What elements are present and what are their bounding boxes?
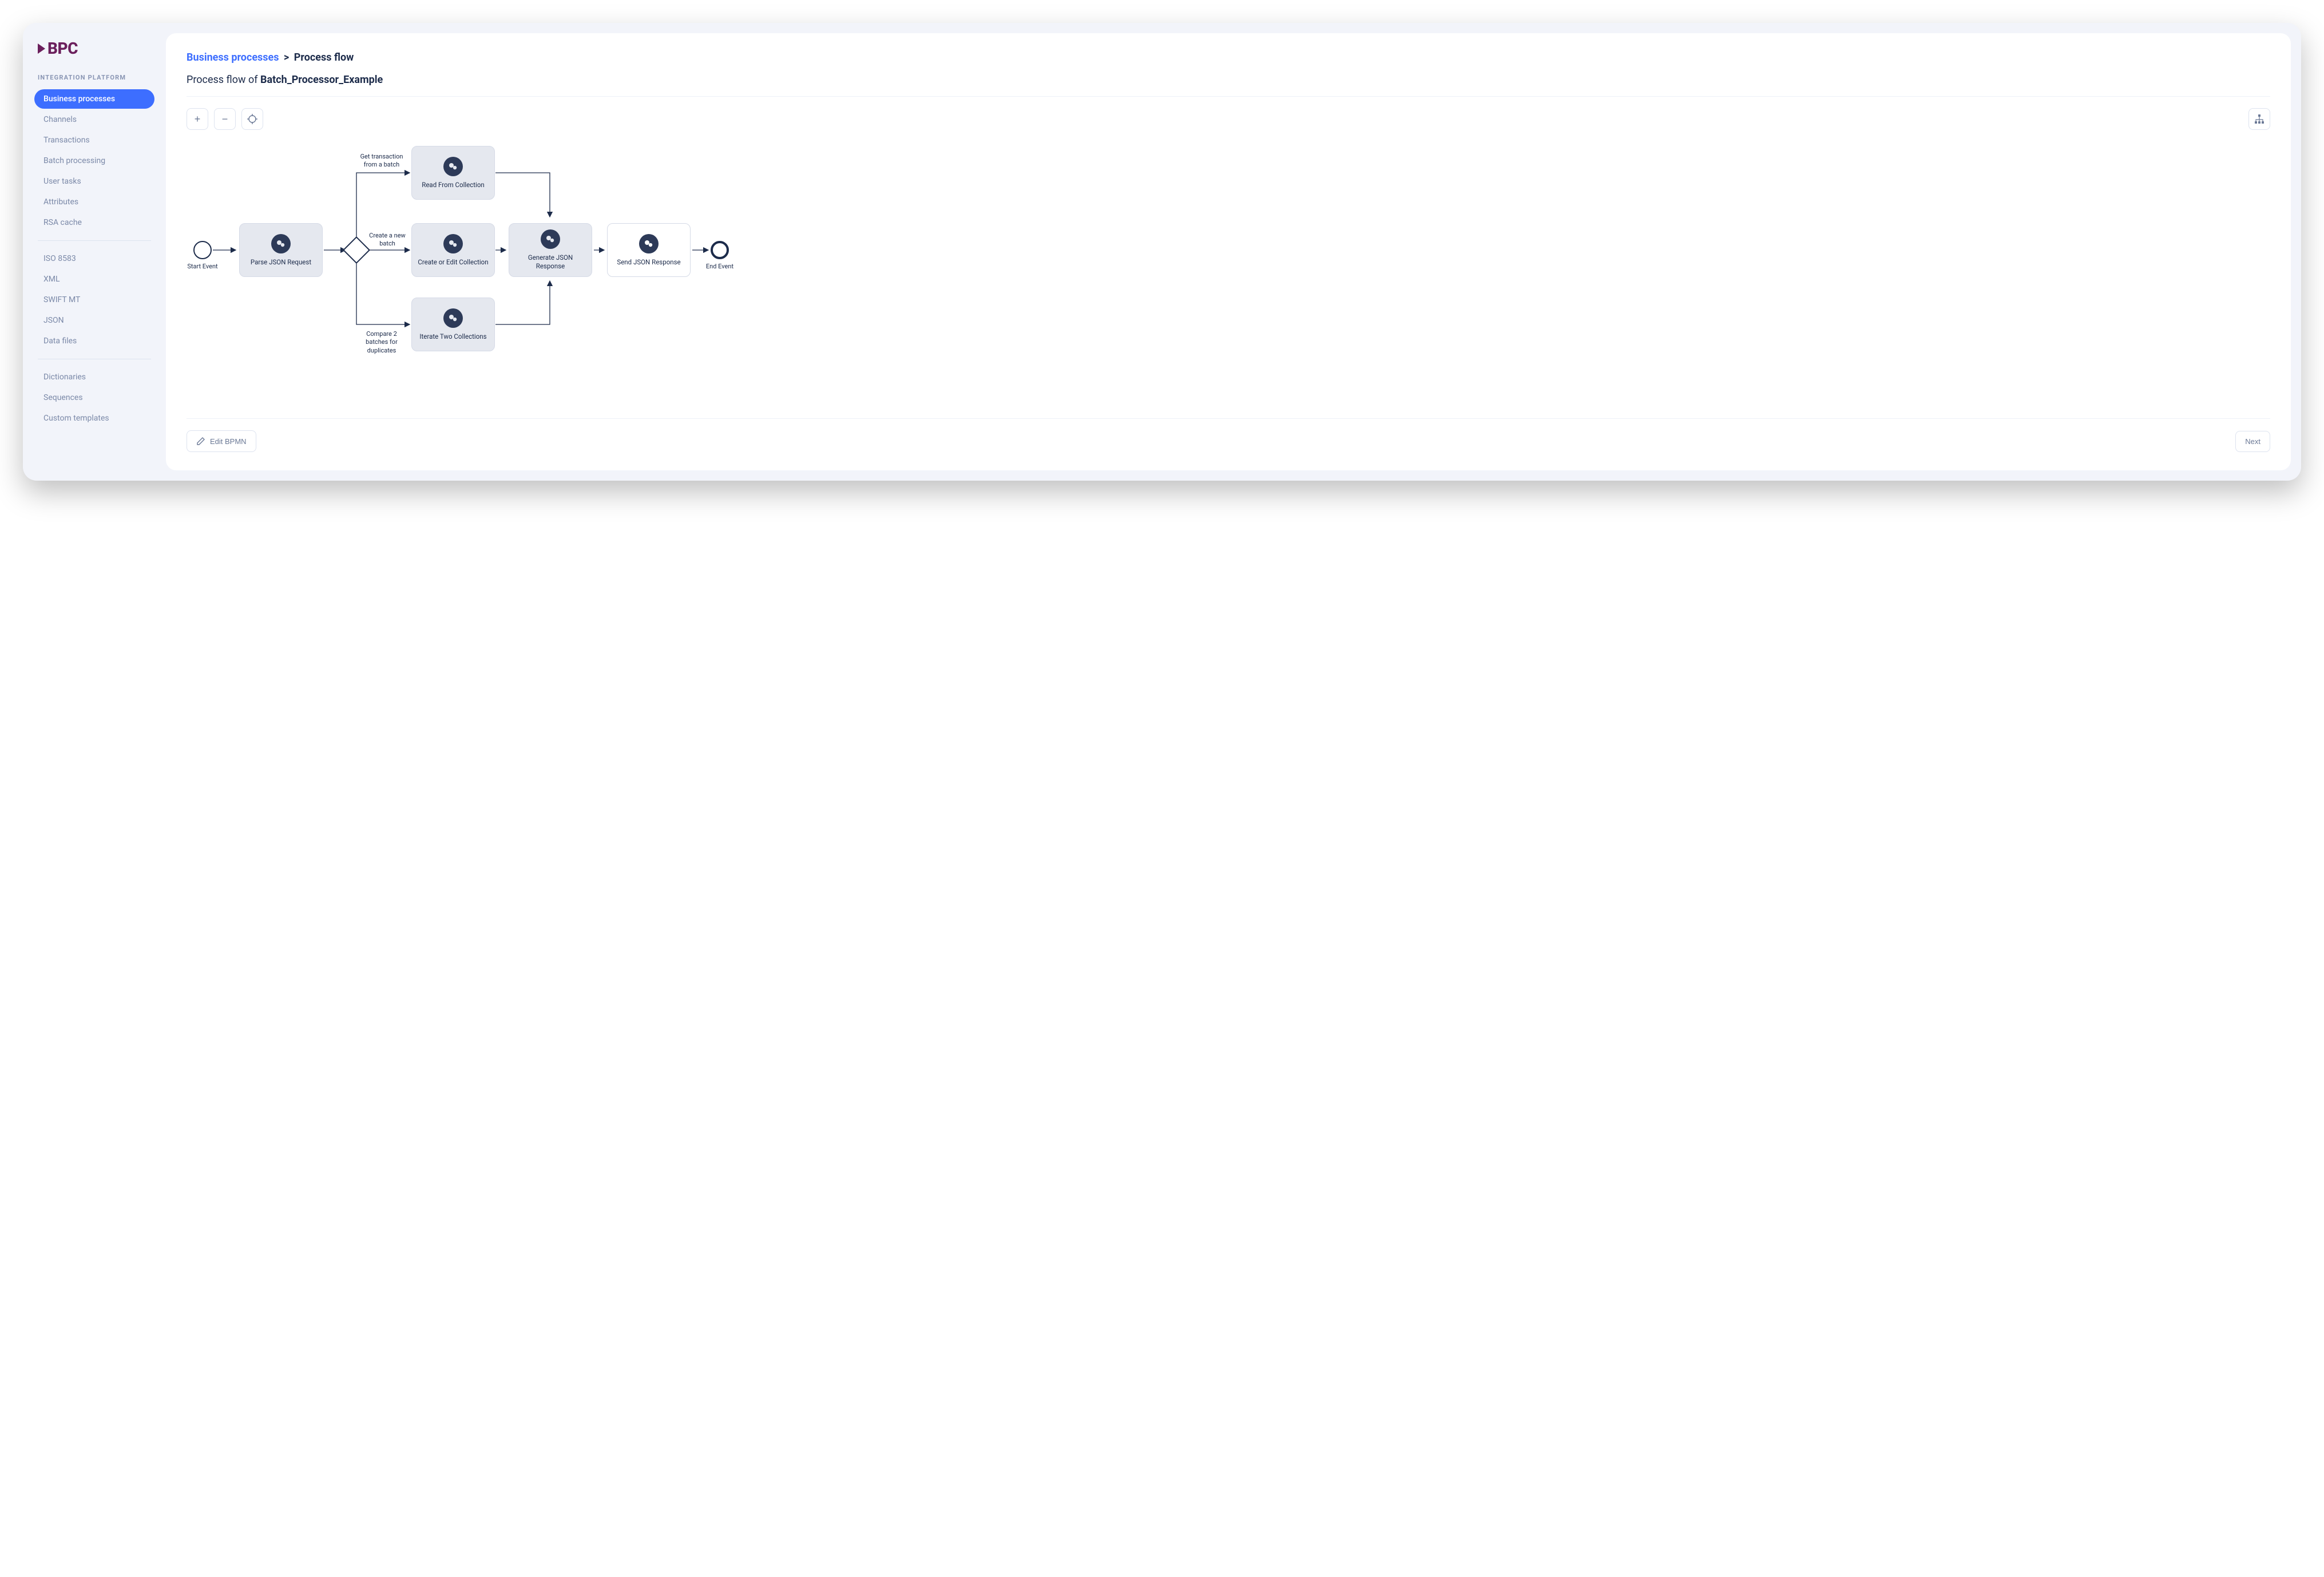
sidebar-item-sequences[interactable]: Sequences: [34, 388, 154, 407]
title-divider: [187, 96, 2270, 97]
end-event-label: End Event: [697, 263, 743, 270]
gears-icon: [541, 229, 560, 249]
sidebar: BPC INTEGRATION PLATFORM Business proces…: [23, 23, 166, 481]
sidebar-item-channels[interactable]: Channels: [34, 110, 154, 129]
page-title: Process flow of Batch_Processor_Example: [187, 74, 2270, 86]
task-label: Parse JSON Request: [246, 258, 316, 267]
main-panel: Business processes > Process flow Proces…: [166, 33, 2291, 470]
center-button[interactable]: [241, 108, 263, 130]
start-event[interactable]: [193, 241, 212, 259]
sidebar-item-json[interactable]: JSON: [34, 311, 154, 330]
task-generate-response[interactable]: Generate JSON Response: [509, 223, 592, 277]
breadcrumb: Business processes > Process flow: [187, 51, 2270, 64]
sidebar-item-batch-processing[interactable]: Batch processing: [34, 151, 154, 171]
sidebar-item-xml[interactable]: XML: [34, 270, 154, 289]
sitemap-icon: [2254, 114, 2264, 124]
start-event-label: Start Event: [180, 263, 225, 270]
gears-icon: [443, 308, 463, 328]
sidebar-item-rsa-cache[interactable]: RSA cache: [34, 213, 154, 232]
breadcrumb-separator: >: [284, 51, 289, 64]
gears-icon: [443, 157, 463, 176]
edit-bpmn-button[interactable]: Edit BPMN: [187, 430, 256, 452]
task-parse-json[interactable]: Parse JSON Request: [239, 223, 323, 277]
plus-icon: +: [195, 113, 201, 125]
flow-canvas[interactable]: Start Event Parse JSON Request Get trans…: [187, 141, 2270, 418]
sidebar-item-swift-mt[interactable]: SWIFT MT: [34, 290, 154, 310]
task-label: Iterate Two Collections: [415, 332, 491, 341]
edge-label-top: Get transaction from a batch: [356, 153, 407, 169]
sidebar-divider: [38, 240, 151, 241]
crosshair-icon: [247, 114, 257, 124]
gears-icon: [271, 234, 291, 253]
sidebar-item-dictionaries[interactable]: Dictionaries: [34, 367, 154, 387]
zoom-out-button[interactable]: −: [214, 108, 236, 130]
sidebar-item-user-tasks[interactable]: User tasks: [34, 172, 154, 191]
zoom-in-button[interactable]: +: [187, 108, 208, 130]
task-label: Create or Edit Collection: [413, 258, 493, 267]
edit-bpmn-label: Edit BPMN: [210, 437, 247, 446]
task-iterate-collections[interactable]: Iterate Two Collections: [411, 298, 495, 351]
gears-icon: [639, 234, 659, 253]
task-label: Generate JSON Response: [509, 253, 592, 271]
task-read-collection[interactable]: Read From Collection: [411, 146, 495, 200]
logo: BPC: [34, 39, 154, 58]
toolbar: + −: [187, 108, 2270, 130]
edit-icon: [196, 437, 205, 446]
end-event[interactable]: [711, 241, 729, 259]
minus-icon: −: [222, 113, 228, 125]
sitemap-button[interactable]: [2248, 108, 2270, 130]
edge-label-bot: Compare 2 batches for duplicates: [356, 330, 407, 355]
sidebar-item-business-processes[interactable]: Business processes: [34, 89, 154, 109]
gears-icon: [443, 234, 463, 253]
sidebar-item-data-files[interactable]: Data files: [34, 331, 154, 351]
logo-text: BPC: [47, 39, 78, 58]
task-label: Read From Collection: [417, 181, 489, 189]
sidebar-item-iso-8583[interactable]: ISO 8583: [34, 249, 154, 268]
app-window: BPC INTEGRATION PLATFORM Business proces…: [23, 23, 2301, 481]
logo-chevron-icon: [38, 43, 45, 54]
sidebar-item-attributes[interactable]: Attributes: [34, 192, 154, 212]
sidebar-item-custom-templates[interactable]: Custom templates: [34, 409, 154, 428]
sidebar-item-transactions[interactable]: Transactions: [34, 130, 154, 150]
flow-connectors: [187, 141, 2270, 418]
toolbar-left: + −: [187, 108, 263, 130]
task-create-edit-collection[interactable]: Create or Edit Collection: [411, 223, 495, 277]
breadcrumb-current: Process flow: [294, 51, 354, 64]
edge-label-mid: Create a new batch: [362, 232, 413, 248]
task-label: Send JSON Response: [612, 258, 685, 267]
page-title-prefix: Process flow of: [187, 74, 260, 86]
footer: Edit BPMN Next: [187, 418, 2270, 452]
breadcrumb-link[interactable]: Business processes: [187, 51, 279, 64]
next-button[interactable]: Next: [2235, 431, 2270, 452]
task-send-response[interactable]: Send JSON Response: [607, 223, 691, 277]
page-title-name: Batch_Processor_Example: [260, 74, 383, 86]
next-label: Next: [2245, 437, 2260, 446]
sidebar-heading: INTEGRATION PLATFORM: [34, 74, 154, 81]
